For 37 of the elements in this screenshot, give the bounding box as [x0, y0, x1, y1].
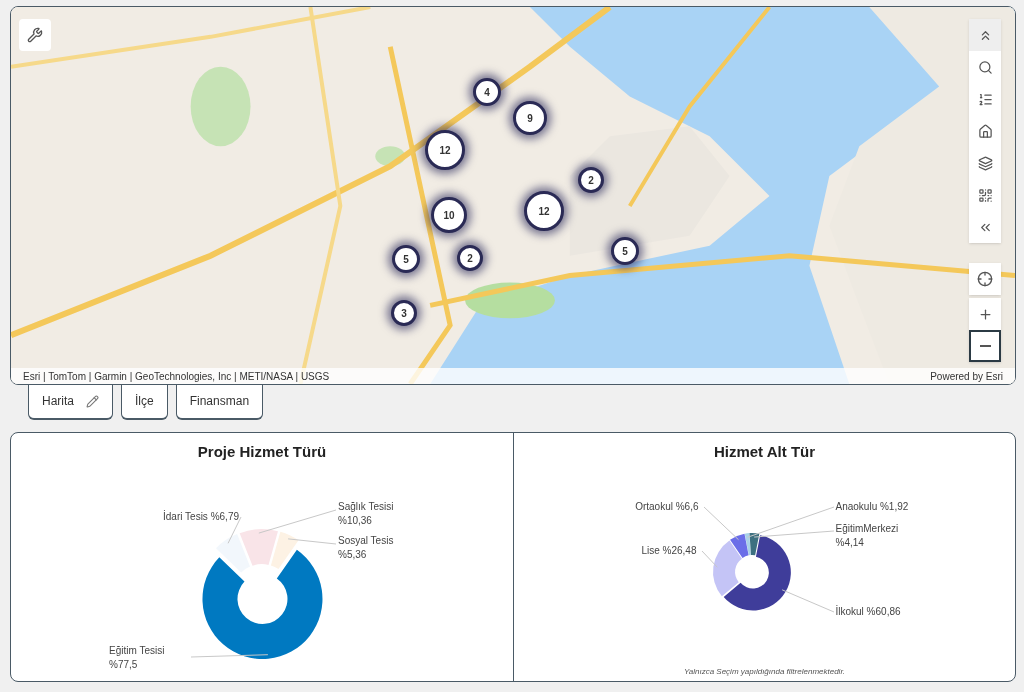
- chart-title: Proje Hizmet Türü: [197, 442, 327, 462]
- wrench-icon: [27, 27, 43, 43]
- leader-line: [701, 550, 718, 568]
- slice-label: Anaokulu %1,92: [835, 499, 909, 514]
- minus-icon: [979, 345, 991, 347]
- leader-line: [287, 537, 337, 544]
- slice-label: EğitimMerkezi %4,14: [835, 521, 900, 550]
- leader-line: [781, 588, 834, 612]
- tab[interactable]: Finansman: [175, 384, 264, 420]
- crosshair-icon: [977, 271, 993, 287]
- list-icon: [977, 91, 993, 107]
- tab[interactable]: İlçe: [121, 384, 168, 420]
- map-attribution: Esri | TomTom | Garmin | GeoTechnologies, Inc | METI/NASA | USGS: [23, 369, 330, 384]
- zoom-out-button[interactable]: [969, 330, 1001, 362]
- slice-label: İdari Tesis %6,79: [163, 509, 239, 524]
- tab[interactable]: Harita: [28, 384, 113, 420]
- settings-button[interactable]: [19, 19, 51, 51]
- map-view[interactable]: 4 9 12 2 10 12 5 2 5 3 Esri | TomTom | Garmin | GeoTechnologies, Inc | METI/NASA | USGS Powered by Esri: [10, 6, 1016, 385]
- layers-icon: [977, 155, 993, 171]
- expand-button[interactable]: [969, 211, 1001, 243]
- slice-label: İlkokul %60,86: [835, 604, 901, 619]
- plus-icon: [977, 306, 993, 322]
- search-button[interactable]: [969, 51, 1001, 83]
- powered-by-text: Powered by Esri: [930, 369, 1003, 384]
- collapse-button[interactable]: [969, 19, 1001, 51]
- locate-button[interactable]: [969, 263, 1001, 295]
- slice-label: Eğitim Tesisi %77,5: [109, 643, 166, 672]
- slice-label: Sosyal Tesis %5,36: [338, 533, 395, 562]
- slice-label: Ortaokul %6,6: [635, 499, 699, 514]
- search-icon: [977, 59, 993, 75]
- leader-line: [703, 506, 739, 540]
- home-icon: [977, 123, 993, 139]
- filter-note: Yalnızca Seçim yapıldığında filtrelenmektedir.: [684, 665, 845, 678]
- chart-title: Hizmet Alt Tür: [713, 442, 816, 462]
- slice-label: Lise %26,48: [641, 543, 697, 558]
- grid-icon: [977, 187, 993, 203]
- slice-label: Sağlık Tesisi %10,36: [338, 499, 395, 528]
